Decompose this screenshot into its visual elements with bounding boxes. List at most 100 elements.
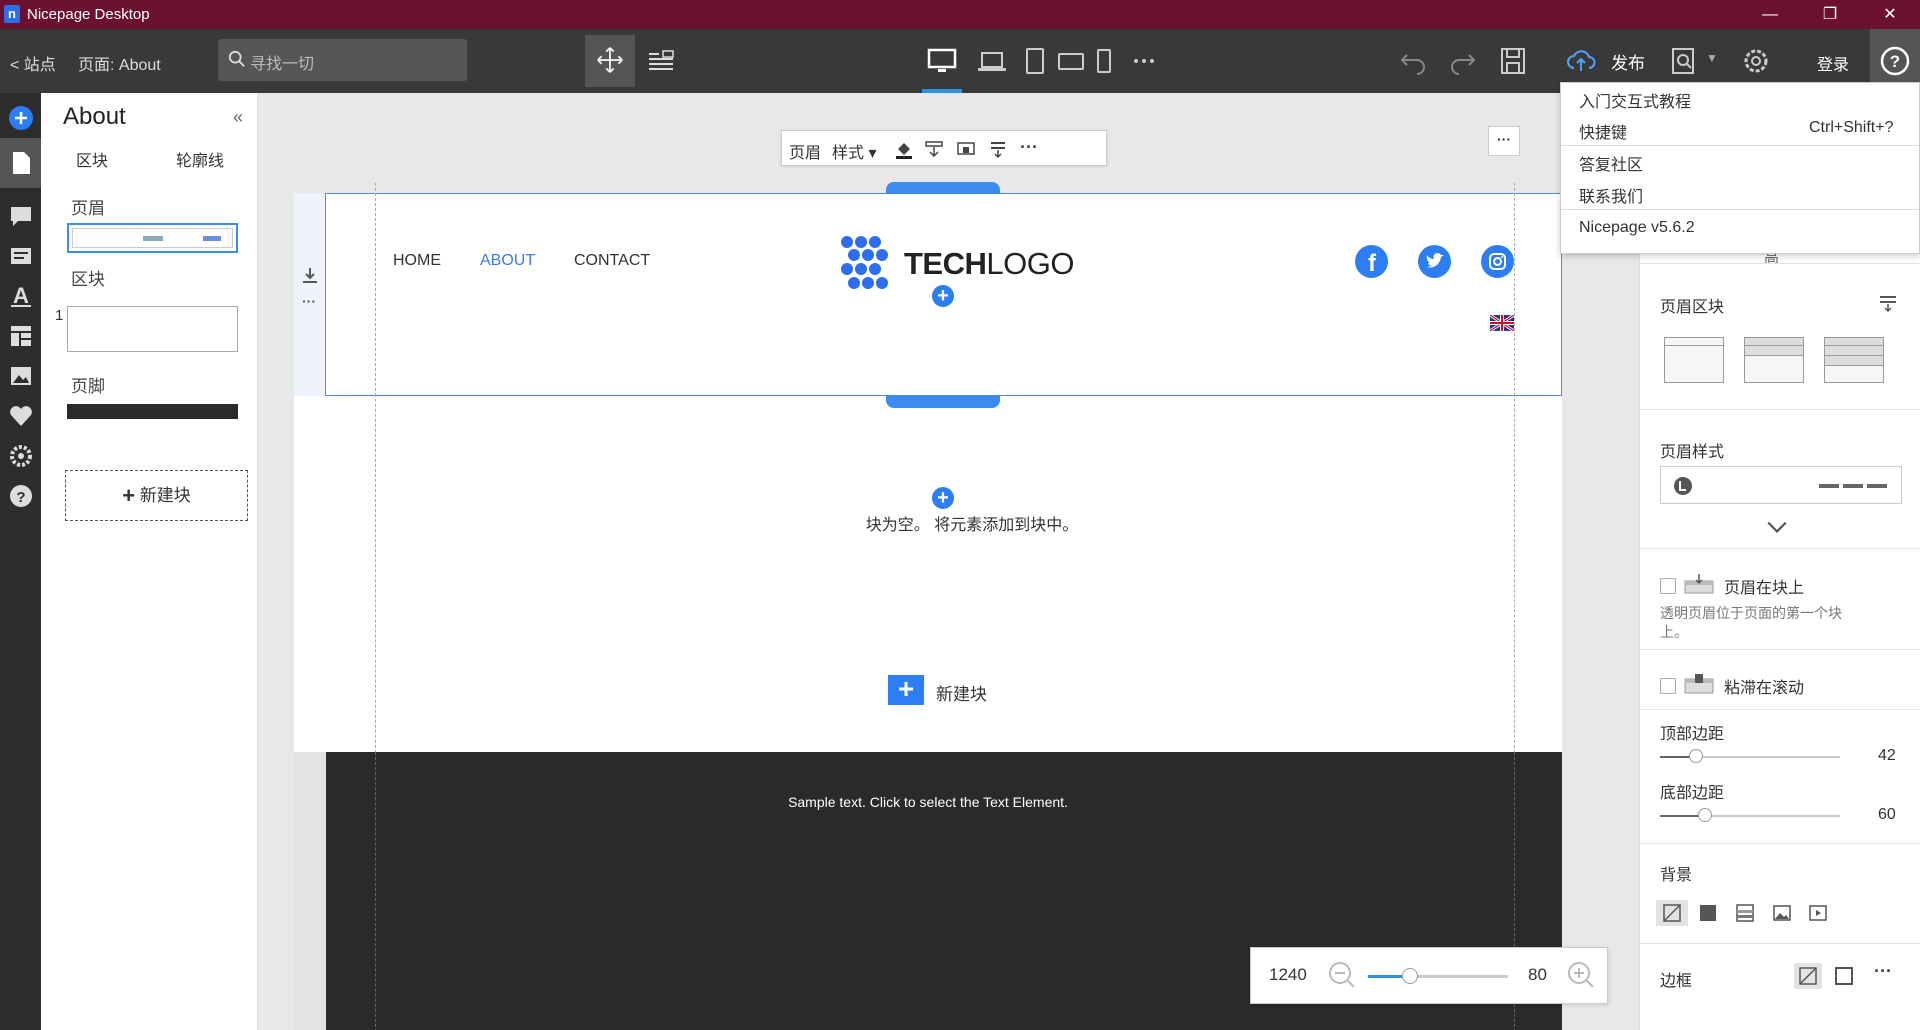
menu-item-shortcuts[interactable]: 快捷键 [1579,119,1627,143]
tab-outline[interactable]: 轮廓线 [176,147,224,171]
publish-button[interactable]: 发布 [1611,49,1645,74]
zoom-slider-knob[interactable] [1402,968,1418,984]
resize-tab-bottom[interactable] [886,396,1000,408]
toolbar-header-label[interactable]: 页眉 [789,139,821,163]
nav-home[interactable]: HOME [393,252,441,270]
logo-text-bold: TECH [904,246,987,281]
top-margin-slider-knob[interactable] [1689,749,1703,763]
separator [1640,263,1920,264]
handle-more-icon: ··· [302,293,316,309]
fill-color-icon[interactable] [894,139,914,159]
logo-text[interactable]: TECHLOGO [904,246,1074,282]
add-element-plus-icon-2[interactable]: + [932,487,954,509]
pages-icon[interactable] [0,138,41,188]
expand-chevron-icon[interactable] [1766,518,1788,539]
border-more-icon[interactable]: ··· [1874,961,1892,982]
header-layout-2[interactable] [1744,337,1804,383]
phone-view-icon[interactable] [1088,45,1120,77]
desktop-view-icon[interactable] [926,45,958,77]
top-margin-value[interactable]: 42 [1878,747,1896,765]
header-style-selector[interactable] [1660,466,1902,504]
footer-sample-text[interactable]: Sample text. Click to select the Text El… [698,794,1158,810]
zoom-in-icon[interactable] [1567,961,1595,989]
nav-about[interactable]: ABOUT [480,252,535,270]
undo-icon[interactable] [1397,45,1429,77]
tablet-view-icon[interactable] [1019,45,1051,77]
instagram-icon[interactable] [1481,245,1514,278]
help-circle-icon[interactable]: ? [8,483,34,509]
background-label: 背景 [1660,867,1693,884]
preview-icon[interactable] [1668,45,1700,77]
bg-video-icon[interactable] [1802,900,1834,926]
header-thumbnail[interactable] [67,223,238,253]
header-side-handle[interactable]: ··· [294,193,326,396]
menu-item-contact[interactable]: 联系我们 [1579,183,1643,207]
logo-text-light: LOGO [986,246,1074,281]
page-title: About [63,103,126,130]
border-box-icon[interactable] [1830,963,1858,989]
add-new-block-button[interactable]: + 新建块 [888,675,1018,705]
new-block-button[interactable]: + 新建块 [65,470,248,521]
sticky-header-icon[interactable] [956,139,976,159]
bg-none-icon[interactable] [1656,900,1688,926]
chevron-down-icon[interactable]: ▼ [1706,51,1718,65]
bg-color-icon[interactable] [1692,900,1724,926]
menu-item-tutorial[interactable]: 入门交互式教程 [1579,88,1691,112]
sticky-checkbox[interactable] [1660,678,1676,694]
images-icon[interactable] [8,363,34,389]
add-element-plus-icon[interactable]: + [932,285,954,307]
header-on-block-checkbox[interactable] [1660,578,1676,594]
collapse-panel-button[interactable]: « [233,107,243,128]
header-layout-1[interactable] [1664,337,1724,383]
tab-blocks[interactable]: 区块 [76,147,108,171]
block-more-options-icon[interactable]: ··· [1488,126,1520,156]
bg-image-icon[interactable] [1766,900,1798,926]
login-button[interactable]: 登录 [1817,51,1849,75]
bg-gradient-icon[interactable] [1729,900,1761,926]
toolbar-style-dropdown[interactable]: 样式 ▾ [832,139,876,163]
favorites-heart-icon[interactable] [8,403,34,429]
facebook-icon[interactable]: f [1355,245,1388,278]
nav-contact[interactable]: CONTACT [574,252,650,270]
tablet-landscape-view-icon[interactable] [1055,45,1087,77]
gear-icon[interactable] [1740,45,1772,77]
header-position-icon[interactable] [924,139,944,159]
more-options-icon[interactable]: ··· [1020,137,1038,158]
typography-icon[interactable]: A [8,283,34,309]
header-layout-3[interactable] [1824,337,1884,383]
cloud-upload-icon[interactable] [1565,45,1597,77]
add-element-icon[interactable] [8,105,34,131]
layout-icon[interactable] [8,323,34,349]
minimize-button[interactable]: — [1745,0,1795,29]
block-thumbnail[interactable] [67,306,238,352]
uk-flag-icon[interactable] [1489,313,1515,333]
header-blocks-options-icon[interactable] [1878,293,1898,313]
laptop-view-icon[interactable] [976,45,1008,77]
zoom-out-icon[interactable] [1328,961,1356,989]
back-to-site-link[interactable]: < 站点 [10,51,56,75]
blog-icon[interactable] [8,243,34,269]
bottom-margin-slider-knob[interactable] [1698,808,1712,822]
save-icon[interactable] [1497,45,1529,77]
outline-toggle-icon[interactable] [645,45,677,77]
redo-icon[interactable] [1447,45,1479,77]
more-devices-icon[interactable] [1128,45,1160,77]
header-block[interactable] [294,193,1562,396]
close-button[interactable]: ✕ [1865,0,1915,29]
search-input[interactable]: 寻找一切 [218,39,467,81]
footer-thumbnail[interactable] [67,404,238,419]
search-placeholder: 寻找一切 [250,56,315,73]
header-style-label: 页眉样式 [1660,444,1725,461]
twitter-icon[interactable] [1418,245,1451,278]
resize-tab-top[interactable] [886,182,1000,194]
comments-icon[interactable] [8,203,34,229]
separator [1640,709,1920,710]
page-name[interactable]: 页面: About [78,51,161,75]
spacing-icon[interactable] [988,139,1008,159]
maximize-button[interactable]: ❐ [1805,0,1855,29]
bottom-margin-value[interactable]: 60 [1878,806,1896,824]
settings-gear-icon[interactable] [8,443,34,469]
menu-item-community[interactable]: 答复社区 [1579,151,1643,175]
move-tool-button[interactable] [585,35,635,87]
border-none-icon[interactable] [1794,963,1822,989]
